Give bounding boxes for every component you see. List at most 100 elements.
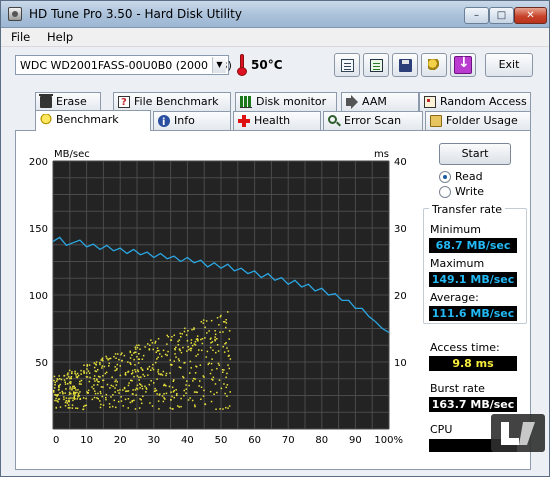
access-time-point — [168, 385, 171, 388]
access-time-point — [110, 396, 112, 398]
tab-folder-usage-label: Folder Usage — [446, 114, 518, 127]
copy-info-button[interactable] — [363, 53, 389, 77]
copy-text-button[interactable] — [334, 53, 360, 77]
access-time-point — [109, 406, 111, 408]
tab-folder-usage[interactable]: Folder Usage — [425, 111, 531, 130]
burst-rate-label: Burst rate — [430, 382, 485, 395]
access-time-point — [219, 316, 222, 318]
maximize-button[interactable]: □ — [489, 7, 514, 24]
tab-file-benchmark-label: File Benchmark — [134, 95, 219, 108]
access-time-point — [206, 332, 208, 334]
access-time-point — [225, 322, 228, 324]
access-time-point — [127, 361, 129, 363]
tab-erase[interactable]: Erase — [35, 92, 101, 111]
access-time-point — [194, 372, 197, 374]
access-time-point — [159, 373, 162, 376]
access-time-point — [170, 339, 172, 341]
write-radio-dot[interactable] — [439, 186, 451, 198]
access-time-point — [66, 402, 69, 404]
access-time-point — [214, 383, 217, 385]
access-time-point — [130, 363, 132, 365]
access-time-point — [93, 378, 95, 380]
access-time-point — [129, 362, 131, 364]
access-time-point — [156, 378, 158, 380]
tab-disk-monitor[interactable]: Disk monitor — [235, 92, 337, 111]
bar-chart-icon — [240, 96, 252, 108]
tab-aam[interactable]: AAM — [341, 92, 419, 111]
tab-benchmark[interactable]: Benchmark — [35, 110, 151, 131]
download-button[interactable] — [450, 53, 476, 77]
access-time-point — [87, 370, 90, 372]
drive-select[interactable]: WDC WD2001FASS-00U0B0 (2000 GB) ▼ — [15, 55, 232, 75]
access-time-point — [105, 396, 107, 399]
access-time-point — [154, 340, 157, 343]
options-button[interactable] — [421, 53, 447, 77]
save-button[interactable] — [392, 53, 418, 77]
access-time-point — [171, 408, 173, 410]
access-time-point — [101, 365, 104, 367]
access-time-point — [108, 365, 110, 367]
access-time-point — [191, 344, 194, 347]
access-time-point — [142, 373, 144, 376]
minimize-button[interactable]: – — [464, 7, 489, 24]
access-time-point — [161, 374, 164, 376]
access-time-point — [119, 374, 122, 377]
tab-info[interactable]: Info — [153, 111, 231, 132]
x-tick-label: 40 — [181, 435, 194, 446]
exit-button[interactable]: Exit — [485, 53, 533, 77]
access-time-point — [200, 321, 203, 323]
access-time-point — [130, 379, 132, 382]
access-time-point — [228, 367, 230, 370]
access-time-point — [212, 349, 214, 351]
access-time-point — [77, 374, 80, 377]
access-time-point — [134, 408, 137, 410]
access-time-point — [223, 383, 225, 385]
tab-file-benchmark[interactable]: File Benchmark — [113, 92, 231, 112]
access-time-point — [197, 353, 199, 356]
access-time-point — [99, 400, 101, 402]
access-time-point — [209, 372, 212, 375]
access-time-point — [131, 380, 133, 382]
menu-help[interactable]: Help — [47, 30, 73, 44]
access-time-point — [228, 330, 231, 332]
access-time-point — [145, 388, 148, 390]
access-time-point — [216, 391, 218, 394]
access-time-point — [95, 361, 98, 363]
access-time-point — [133, 399, 135, 402]
title-bar[interactable]: HD Tune Pro 3.50 - Hard Disk Utility – □… — [1, 1, 549, 28]
access-time-point — [217, 350, 220, 352]
read-radio[interactable]: Read — [439, 170, 529, 184]
write-radio[interactable]: Write — [439, 185, 529, 199]
access-time-point — [76, 376, 78, 379]
chevron-down-icon[interactable]: ▼ — [212, 57, 226, 73]
access-time-point — [111, 405, 114, 408]
read-radio-dot[interactable] — [439, 171, 451, 183]
access-time-point — [73, 391, 75, 393]
access-time-point — [172, 380, 175, 382]
start-button[interactable]: Start — [439, 143, 511, 165]
tab-error-scan[interactable]: Error Scan — [323, 111, 423, 130]
access-time-point — [226, 395, 228, 397]
access-time-point — [163, 384, 165, 387]
access-time-point — [72, 385, 74, 388]
menu-file[interactable]: File — [11, 30, 30, 44]
tab-random-access[interactable]: Random Access — [419, 92, 531, 111]
access-time-point — [159, 353, 161, 355]
access-time-point — [194, 378, 196, 380]
access-time-point — [79, 380, 81, 383]
access-time-point — [134, 364, 136, 366]
access-time-point — [67, 376, 70, 378]
access-time-point — [100, 392, 102, 395]
close-button[interactable]: ✕ — [514, 7, 547, 24]
access-time-point — [167, 336, 170, 338]
access-time-point — [63, 398, 65, 401]
access-time-point — [123, 387, 126, 390]
access-time-point — [94, 363, 97, 365]
access-time-point — [226, 347, 228, 349]
access-time-point — [53, 391, 55, 393]
access-time-point — [127, 371, 129, 373]
access-time-point — [135, 387, 138, 389]
access-time-point — [76, 398, 78, 400]
access-time-point — [77, 396, 79, 398]
tab-health[interactable]: Health — [233, 111, 321, 130]
